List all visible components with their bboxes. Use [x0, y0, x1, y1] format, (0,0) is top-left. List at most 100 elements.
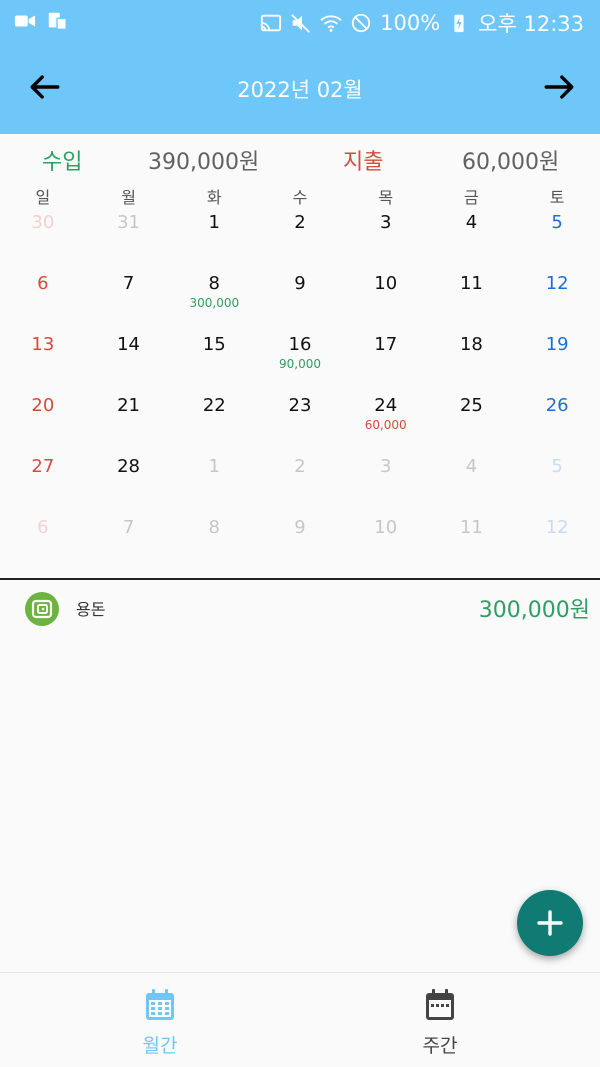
day-number: 23 — [288, 395, 312, 416]
calendar-day[interactable]: 10 — [343, 269, 429, 330]
weekday-label: 일 — [35, 188, 51, 207]
divider — [0, 578, 600, 580]
tab-weekly[interactable]: 주간 — [290, 973, 590, 1067]
calendar-day[interactable]: 23 — [257, 391, 343, 452]
day-number: 27 — [31, 456, 55, 477]
day-number: 17 — [374, 334, 398, 355]
calendar-day[interactable]: 1 — [171, 208, 257, 269]
calendar-grid: 30 31 1 2 3 4 5 6 7 8 300,000 9 10 11 12 13 14 15 16 90,000… — [0, 208, 600, 574]
calendar-day[interactable]: 26 — [514, 391, 600, 452]
day-number: 18 — [459, 334, 483, 355]
income-label: 수입 — [42, 150, 83, 175]
calendar-day[interactable]: 3 — [343, 452, 429, 513]
day-number: 4 — [465, 456, 478, 477]
calendar-day[interactable]: 1 — [171, 452, 257, 513]
day-number: 25 — [459, 395, 483, 416]
calendar-day[interactable]: 11 — [429, 269, 515, 330]
calendar-day[interactable]: 6 — [0, 269, 86, 330]
calendar-day[interactable]: 21 — [86, 391, 172, 452]
calendar: 일월화수목금토 30 31 1 2 3 4 5 6 7 8 300,000 9 10 11 12 13 14 15… — [0, 184, 600, 574]
calendar-day[interactable]: 14 — [86, 330, 172, 391]
weekday-label: 토 — [549, 188, 565, 207]
day-number: 30 — [31, 212, 55, 233]
day-number: 2 — [294, 212, 306, 233]
day-number: 4 — [465, 212, 478, 233]
day-number: 3 — [379, 212, 392, 233]
day-number: 10 — [374, 517, 398, 538]
calendar-day[interactable]: 2 — [257, 208, 343, 269]
wifi-icon — [320, 15, 342, 32]
wallet-icon — [25, 592, 59, 626]
day-number: 16 — [288, 334, 312, 355]
expense-label: 지출 — [343, 150, 384, 175]
transaction-category: 용돈 — [76, 600, 106, 619]
calendar-day[interactable]: 8 300,000 — [171, 269, 257, 330]
calendar-day[interactable]: 22 — [171, 391, 257, 452]
day-number: 1 — [208, 212, 220, 233]
status-bar: 100% 오후 12:33 — [0, 0, 600, 42]
day-number: 20 — [31, 395, 55, 416]
day-number: 8 — [208, 517, 220, 538]
calendar-day[interactable]: 15 — [171, 330, 257, 391]
calendar-day[interactable]: 4 — [429, 208, 515, 269]
screen-share-icon — [48, 12, 67, 30]
weekday-label: 금 — [464, 188, 479, 207]
day-number: 2 — [294, 456, 306, 477]
plus-icon — [537, 910, 563, 936]
day-number: 6 — [37, 517, 49, 538]
weekday-label: 월 — [121, 188, 136, 207]
calendar-day[interactable]: 12 — [514, 513, 600, 574]
calendar-day[interactable]: 10 — [343, 513, 429, 574]
arrow-right-icon[interactable] — [542, 70, 576, 104]
calendar-day[interactable]: 27 — [0, 452, 86, 513]
calendar-day[interactable]: 24 60,000 — [343, 391, 429, 452]
weekday-label: 수 — [292, 188, 308, 207]
calendar-day[interactable]: 13 — [0, 330, 86, 391]
calendar-day[interactable]: 2 — [257, 452, 343, 513]
calendar-day[interactable]: 28 — [86, 452, 172, 513]
do-not-disturb-icon — [351, 13, 371, 33]
calendar-day[interactable]: 7 — [86, 269, 172, 330]
calendar-day[interactable]: 19 — [514, 330, 600, 391]
calendar-day[interactable]: 5 — [514, 208, 600, 269]
battery-charging-icon — [454, 14, 464, 33]
app-bar: 2022년 02월 — [0, 42, 600, 134]
battery-percent: 100% — [380, 11, 441, 35]
bottom-navigation: 월간 주간 — [0, 972, 600, 1067]
tab-monthly[interactable]: 월간 — [10, 973, 310, 1067]
calendar-day[interactable]: 20 — [0, 391, 86, 452]
calendar-day[interactable]: 6 — [0, 513, 86, 574]
calendar-day[interactable]: 7 — [86, 513, 172, 574]
calendar-day[interactable]: 25 — [429, 391, 515, 452]
day-income-amount: 300,000 — [189, 296, 240, 310]
day-number: 1 — [208, 456, 220, 477]
calendar-day[interactable]: 5 — [514, 452, 600, 513]
income-total: 390,000원 — [148, 150, 260, 175]
calendar-day[interactable]: 31 — [86, 208, 172, 269]
transaction-item[interactable]: 용돈 300,000원 — [0, 588, 600, 628]
add-button[interactable] — [517, 890, 583, 956]
day-number: 24 — [374, 395, 398, 416]
calendar-day[interactable]: 11 — [429, 513, 515, 574]
calendar-day[interactable]: 9 — [257, 513, 343, 574]
day-number: 8 — [208, 273, 220, 294]
clock: 오후 12:33 — [478, 12, 584, 36]
calendar-day[interactable]: 30 — [0, 208, 86, 269]
day-number: 13 — [31, 334, 55, 355]
cast-icon — [261, 14, 282, 32]
day-number: 31 — [117, 212, 141, 233]
calendar-day[interactable]: 12 — [514, 269, 600, 330]
day-number: 12 — [545, 273, 569, 294]
calendar-day[interactable]: 18 — [429, 330, 515, 391]
day-number: 11 — [459, 273, 483, 294]
calendar-day[interactable]: 4 — [429, 452, 515, 513]
calendar-day[interactable]: 8 — [171, 513, 257, 574]
calendar-day[interactable]: 17 — [343, 330, 429, 391]
calendar-day[interactable]: 16 90,000 — [257, 330, 343, 391]
calendar-day[interactable]: 3 — [343, 208, 429, 269]
calendar-week-icon — [426, 989, 454, 1020]
expense-total: 60,000원 — [462, 150, 560, 175]
weekday-label: 화 — [206, 188, 222, 207]
calendar-day[interactable]: 9 — [257, 269, 343, 330]
day-number: 7 — [122, 517, 135, 538]
